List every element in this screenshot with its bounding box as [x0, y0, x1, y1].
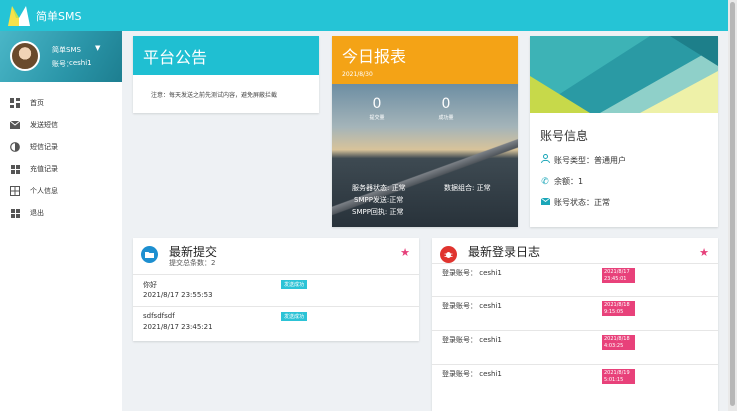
login-time: 4:03:25: [604, 342, 624, 349]
account-balance: 余额：1: [554, 177, 584, 186]
login-account: 登录账号： ceshi1: [442, 302, 502, 310]
sidebar-item-label: 发送短信: [30, 121, 58, 129]
scrollbar-thumb[interactable]: [730, 2, 735, 406]
success-stat: 0 成功量: [426, 96, 466, 121]
login-time-badge: 2021/8/18 4:03:25: [602, 335, 635, 350]
login-time-badge: 2021/8/17 23:45:01: [602, 268, 635, 283]
login-time-badge: 2021/8/19 5:01:15: [602, 369, 635, 384]
announcement-card: 平台公告 注意：每天发送之前先测试内容，避免屏蔽拦截: [133, 36, 319, 113]
report-title: 今日报表: [342, 47, 407, 66]
brand[interactable]: 简单SMS: [0, 0, 122, 31]
panel-subtitle: 提交总条数：2: [169, 259, 216, 267]
sidebar-item-send-sms[interactable]: 发送短信: [0, 114, 122, 136]
smpp-send-status: SMPP发送:正常: [354, 196, 404, 204]
sidebar: 简单SMS ▼ 账号： ceshi1 首页 发送短信 短信记录 充值记录 个人信…: [0, 31, 122, 411]
sidebar-item-logout[interactable]: 退出: [0, 202, 122, 224]
sidebar-item-sms-records[interactable]: 短信记录: [0, 136, 122, 158]
report-header: 今日报表 2021/8/30: [332, 36, 518, 84]
latest-submissions-panel: 最新提交 提交总条数：2 ★ 你好 2021/8/17 23:55:53 发送成…: [133, 238, 419, 341]
top-bar: 简单SMS: [0, 0, 728, 31]
table-row[interactable]: 登录账号： ceshi1 2021/8/18 4:03:25: [432, 330, 718, 363]
login-date: 2021/8/18: [604, 336, 630, 342]
star-icon[interactable]: ★: [400, 246, 410, 259]
message-time: 2021/8/17 23:45:21: [143, 323, 213, 331]
panel-title: 最新登录日志: [468, 245, 541, 259]
phone-icon: ✆: [541, 176, 549, 187]
login-account: 登录账号： ceshi1: [442, 370, 502, 378]
message-time: 2021/8/17 23:55:53: [143, 291, 213, 299]
dashboard-icon: [10, 98, 20, 108]
account-title: 账号信息: [540, 129, 589, 143]
success-count: 0: [441, 96, 451, 112]
user-account: ceshi1: [69, 59, 92, 67]
success-label: 成功量: [438, 115, 454, 121]
account-info-card: 账号信息 账号类型：普通用户 ✆ 余额：1 账号状态：正常: [530, 36, 718, 227]
list-item[interactable]: 你好 2021/8/17 23:55:53 发送成功: [133, 274, 419, 304]
sidebar-item-profile[interactable]: 个人信息: [0, 180, 122, 202]
login-date: 2021/8/19: [604, 370, 630, 376]
brand-logo-icon: [8, 5, 30, 26]
sidebar-item-label: 短信记录: [30, 143, 58, 151]
user-menu-caret-icon[interactable]: ▼: [95, 44, 100, 52]
latest-login-log-panel: 最新登录日志 ★ 登录账号： ceshi1 2021/8/17 23:45:01 …: [432, 238, 718, 411]
sidebar-nav: 首页 发送短信 短信记录 充值记录 个人信息 退出: [0, 92, 122, 224]
mail-icon: [10, 120, 20, 130]
sidebar-item-label: 退出: [30, 209, 44, 217]
report-date: 2021/8/30: [342, 71, 373, 78]
data-combo-status: 数据组合: 正常: [444, 184, 491, 192]
panel-header: 最新提交 提交总条数：2 ★: [133, 238, 419, 270]
apps-icon: [10, 208, 20, 218]
submitted-count: 0: [372, 96, 382, 112]
sidebar-item-label: 个人信息: [30, 187, 58, 195]
login-time: 9:15:05: [604, 308, 624, 315]
table-row[interactable]: 登录账号： ceshi1 2021/8/19 5:01:15: [432, 364, 718, 397]
account-type-row: 账号类型：普通用户: [540, 154, 626, 166]
login-account: 登录账号： ceshi1: [442, 269, 502, 277]
contrast-icon: [10, 142, 20, 152]
page-scrollbar[interactable]: [728, 0, 737, 411]
status-badge: 发送成功: [281, 280, 308, 289]
sidebar-item-recharge-records[interactable]: 充值记录: [0, 158, 122, 180]
apps-icon: [10, 164, 20, 174]
sidebar-item-label: 首页: [30, 99, 44, 107]
list-item[interactable]: sdfsdfsdf 2021/8/17 23:45:21 发送成功: [133, 306, 419, 336]
message-text: 你好: [143, 281, 157, 289]
announcement-title: 平台公告: [133, 36, 319, 75]
status-badge: 发送成功: [281, 312, 308, 321]
avatar[interactable]: [10, 41, 40, 71]
table-row[interactable]: 登录账号： ceshi1 2021/8/18 9:15:05: [432, 296, 718, 329]
login-date: 2021/8/18: [604, 302, 630, 308]
brand-name: 简单SMS: [36, 9, 82, 23]
account-status-row: 账号状态：正常: [540, 197, 610, 208]
login-time: 23:45:01: [604, 275, 627, 282]
folder-icon: [141, 246, 158, 263]
account-banner-image: [530, 36, 718, 113]
star-icon[interactable]: ★: [699, 246, 709, 259]
bug-icon: [440, 246, 457, 263]
sidebar-item-home[interactable]: 首页: [0, 92, 122, 114]
login-account: 登录账号： ceshi1: [442, 336, 502, 344]
smpp-receipt-status: SMPP回执: 正常: [352, 208, 404, 216]
submitted-label: 提交量: [369, 115, 385, 121]
server-status: 服务器状态: 正常: [352, 184, 406, 192]
daily-report-card: 今日报表 2021/8/30 0 提交量 0 成功量 服务器状态: 正常 SMP…: [332, 36, 518, 227]
login-date: 2021/8/17: [604, 269, 630, 275]
submitted-stat: 0 提交量: [357, 96, 397, 121]
login-time: 5:01:15: [604, 376, 624, 383]
user-icon: [540, 154, 550, 166]
login-time-badge: 2021/8/18 9:15:05: [602, 301, 635, 316]
mail-icon: [540, 197, 550, 208]
account-type: 账号类型：普通用户: [554, 155, 626, 165]
balance-row: ✆ 余额：1: [540, 176, 583, 187]
account-status: 账号状态：正常: [554, 198, 610, 207]
announcement-body: 注意：每天发送之前先测试内容，避免屏蔽拦截: [151, 92, 278, 99]
message-text: sdfsdfsdf: [143, 312, 175, 320]
table-row[interactable]: 登录账号： ceshi1 2021/8/17 23:45:01: [432, 263, 718, 296]
table-icon: [10, 186, 20, 196]
user-card: 简单SMS ▼ 账号： ceshi1: [0, 31, 122, 82]
sidebar-item-label: 充值记录: [30, 165, 58, 173]
user-name[interactable]: 简单SMS: [52, 45, 81, 55]
